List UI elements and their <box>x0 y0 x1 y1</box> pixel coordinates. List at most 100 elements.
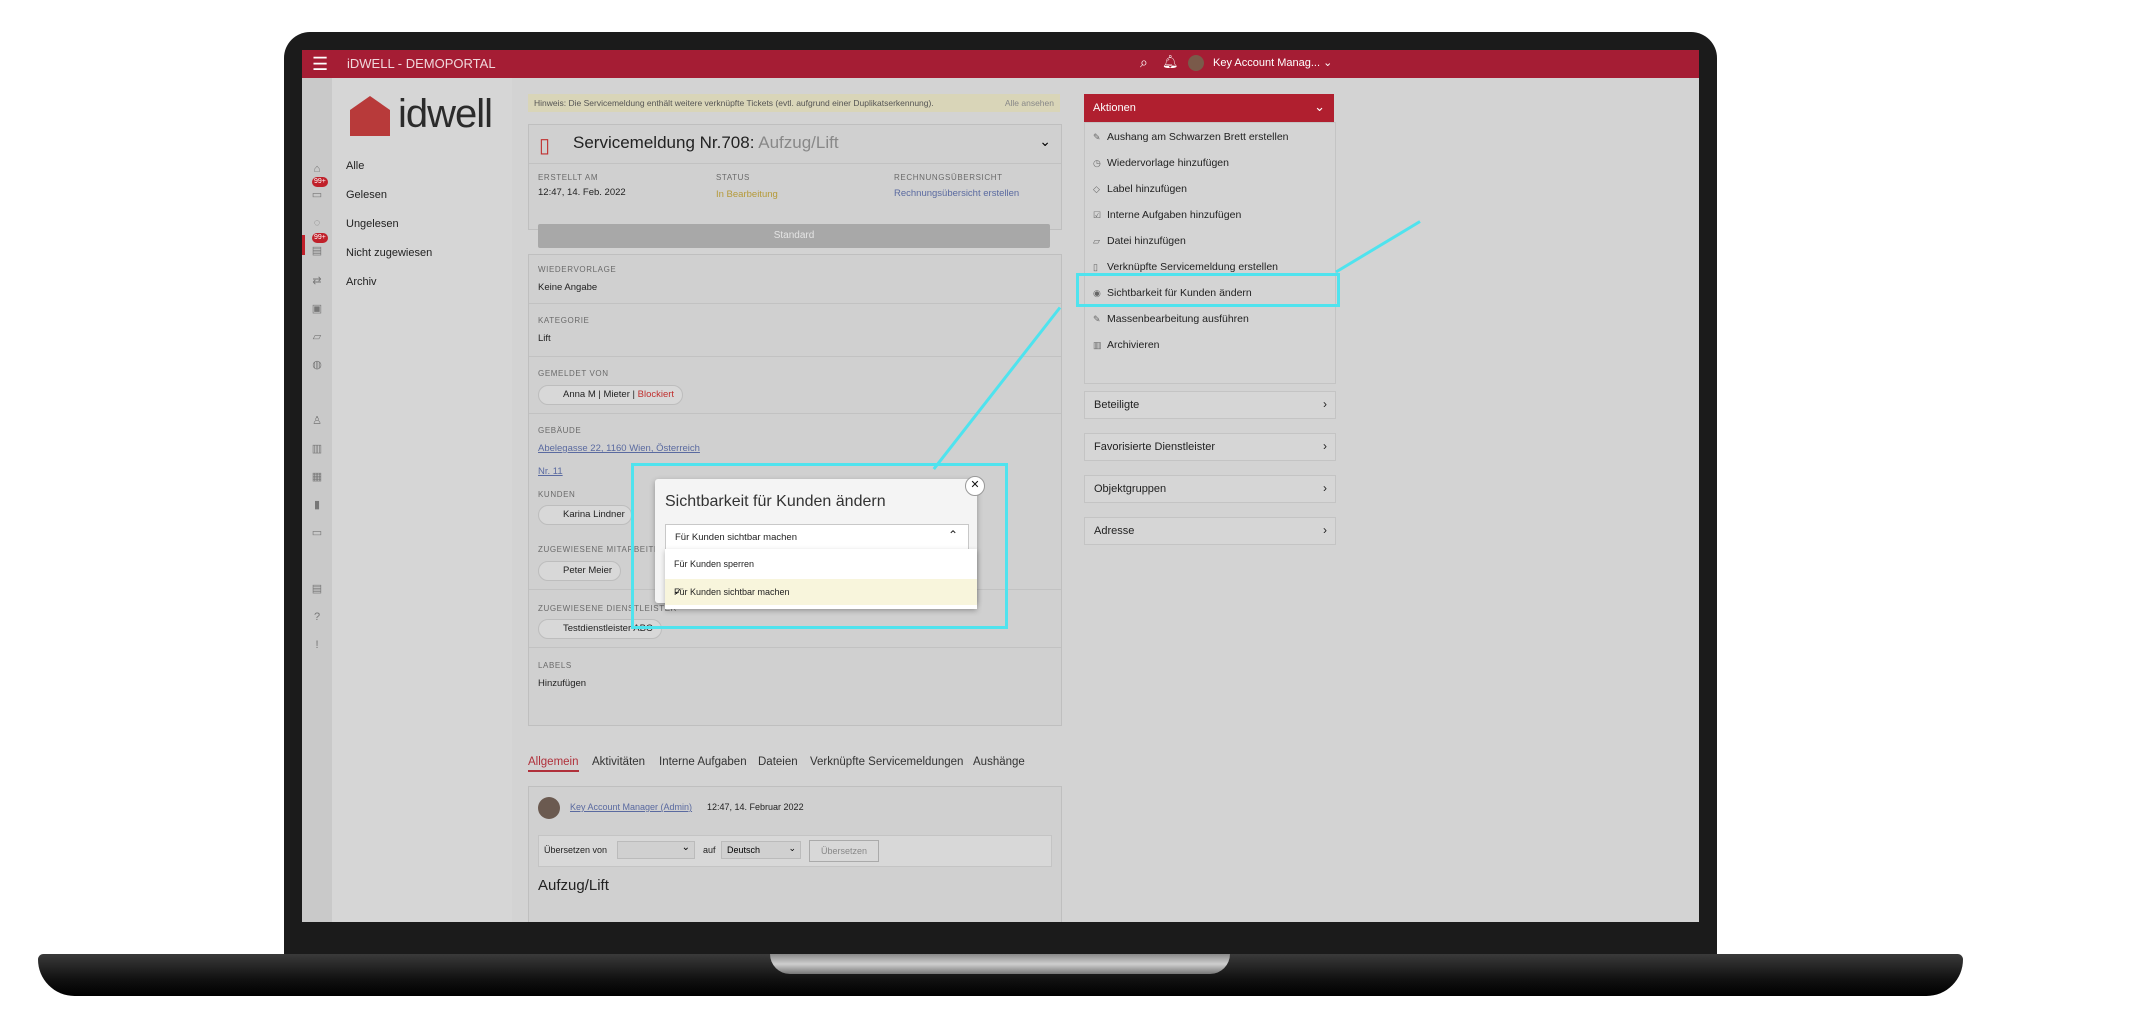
chevron-right-icon: › <box>1323 439 1327 453</box>
action-label: Wiedervorlage hinzufügen <box>1107 157 1229 169</box>
reported-label: GEMELDET VON <box>538 369 609 378</box>
select-value: Für Kunden sichtbar machen <box>675 532 797 543</box>
chevron-down-icon: ⌄ <box>1314 99 1325 114</box>
badge: 99+ <box>312 233 328 243</box>
tab-allgemein[interactable]: Allgemein <box>528 756 579 772</box>
screen: ☰ iDWELL - DEMOPORTAL ⌕ 🔔︎ Key Account M… <box>302 50 1699 922</box>
book-icon[interactable]: ▥ <box>310 442 324 456</box>
bell-icon[interactable]: 🔔︎ <box>1162 54 1179 70</box>
action-massenbearbeitung[interactable]: ✎ Massenbearbeitung ausführen <box>1093 313 1249 325</box>
user-label: Key Account Manag... <box>1213 57 1321 69</box>
visibility-select[interactable]: Für Kunden sichtbar machen ⌃ <box>665 524 969 550</box>
reported-pill[interactable]: Anna M | Mieter | Blockiert <box>538 385 684 405</box>
logo-house-icon <box>350 96 390 136</box>
building-unit-link[interactable]: Nr. 11 <box>538 466 563 477</box>
option-label: Für Kunden sperren <box>674 559 755 569</box>
translate-target: Deutsch <box>727 845 761 855</box>
user-icon[interactable]: ♙ <box>310 414 324 428</box>
nav-item-ungelesen[interactable]: Ungelesen <box>346 218 399 230</box>
action-label: Verknüpfte Servicemeldung erstellen <box>1107 261 1279 273</box>
nav-item-nicht-zugewiesen[interactable]: Nicht zugewiesen <box>346 247 432 259</box>
folder-icon[interactable]: ▱ <box>310 330 324 344</box>
activity-author[interactable]: Key Account Manager (Admin) <box>570 802 692 812</box>
action-label: Label hinzufügen <box>1107 183 1187 195</box>
staff-pill[interactable]: Peter Meier <box>538 561 622 581</box>
building-label: GEBÄUDE <box>538 426 582 435</box>
standard-button[interactable]: Standard <box>538 224 1050 248</box>
action-interne-aufgaben[interactable]: ☑ Interne Aufgaben hinzufügen <box>1093 209 1241 221</box>
tab-aushaenge[interactable]: Aushänge <box>973 756 1025 768</box>
nav-item-gelesen[interactable]: Gelesen <box>346 189 387 201</box>
toolbox-icon[interactable]: ▤ <box>310 582 324 596</box>
action-label: Massenbearbeitung ausführen <box>1107 313 1249 325</box>
chevron-right-icon: › <box>1323 523 1327 537</box>
tab-dateien[interactable]: Dateien <box>758 756 798 768</box>
icon-sidebar: ⌂ ▭ 99+ ◌ ▤ 99+ ⇄ ▣ ▱ ◍ ♙ ▥ ▦ ▮ ▭ ▤ ? ! <box>302 78 332 922</box>
chevron-down-icon[interactable]: ⌄ <box>1039 133 1051 150</box>
option-sichtbar[interactable]: Für Kunden sichtbar machen ✓ <box>665 579 977 605</box>
panel-objektgruppen[interactable]: Objektgruppen › <box>1084 475 1336 503</box>
staff-name: Peter Meier <box>563 565 613 576</box>
invoice-link[interactable]: Rechnungsübersicht erstellen <box>894 188 1019 199</box>
divider <box>529 356 1061 357</box>
laptop-hinge <box>770 954 1230 974</box>
info-icon[interactable]: ! <box>310 638 324 652</box>
action-wiedervorlage[interactable]: ◷ Wiedervorlage hinzufügen <box>1093 157 1229 169</box>
tab-aktivitaeten[interactable]: Aktivitäten <box>592 756 645 768</box>
panel-beteiligte[interactable]: Beteiligte › <box>1084 391 1336 419</box>
hamburger-menu-icon[interactable]: ☰ <box>312 54 328 75</box>
nav-item-archiv[interactable]: Archiv <box>346 276 377 288</box>
panel-title: Beteiligte <box>1094 399 1140 411</box>
clock-icon: ◷ <box>1093 158 1101 168</box>
inbox-icon[interactable]: ▭ <box>310 188 324 202</box>
nav-item-alle[interactable]: Alle <box>346 160 364 172</box>
calendar-icon[interactable]: ▣ <box>310 302 324 316</box>
home-icon[interactable]: ⌂ <box>310 162 324 176</box>
document-icon: ▯ <box>539 135 551 157</box>
chart-icon[interactable]: ▮ <box>310 498 324 512</box>
category-value: Lift <box>538 333 551 344</box>
customer-pill[interactable]: Karina Lindner <box>538 505 632 525</box>
action-label-add[interactable]: ◇ Label hinzufügen <box>1093 183 1187 195</box>
user-menu[interactable]: Key Account Manag... ⌄ <box>1213 56 1332 69</box>
actions-header[interactable]: Aktionen ⌄ <box>1084 94 1334 122</box>
building-link[interactable]: Abelegasse 22, 1160 Wien, Österreich <box>538 443 700 454</box>
action-datei[interactable]: ▱ Datei hinzufügen <box>1093 235 1186 247</box>
panel-title: Objektgruppen <box>1094 483 1167 495</box>
tab-interne-aufgaben[interactable]: Interne Aufgaben <box>659 756 747 768</box>
panel-adresse[interactable]: Adresse › <box>1084 517 1336 545</box>
action-label: Interne Aufgaben hinzufügen <box>1107 209 1242 221</box>
contacts-icon[interactable]: ◍ <box>310 358 324 372</box>
translate-button[interactable]: Übersetzen <box>809 840 879 862</box>
translate-to-label: auf <box>703 845 716 855</box>
status-value[interactable]: In Bearbeitung <box>716 189 778 200</box>
followup-value[interactable]: Keine Angabe <box>538 282 597 293</box>
labels-add[interactable]: Hinzufügen <box>538 678 586 689</box>
transfer-icon[interactable]: ⇄ <box>310 274 324 288</box>
panel-favorisierte[interactable]: Favorisierte Dienstleister › <box>1084 433 1336 461</box>
hint-link[interactable]: Alle ansehen <box>1005 98 1054 108</box>
action-archivieren[interactable]: ▥ Archivieren <box>1093 339 1160 351</box>
category-label: KATEGORIE <box>538 316 590 325</box>
translate-to-select[interactable]: Deutsch ⌄ <box>721 841 801 859</box>
followup-label: WIEDERVORLAGE <box>538 265 617 274</box>
section-title: Aufzug/Lift <box>538 877 609 894</box>
tab-verknuepfte[interactable]: Verknüpfte Servicemeldungen <box>810 756 963 768</box>
search-icon[interactable]: ⌕ <box>1140 54 1148 71</box>
help-icon[interactable]: ? <box>310 610 324 624</box>
translate-from-select[interactable]: ⌄ <box>617 841 695 859</box>
nav-panel: idwell Alle Gelesen Ungelesen Nicht zuge… <box>332 78 512 922</box>
ticket-icon[interactable]: ▤ <box>310 244 324 258</box>
option-sperren[interactable]: Für Kunden sperren <box>665 551 977 577</box>
truck-icon[interactable]: ▭ <box>310 526 324 540</box>
avatar[interactable] <box>1188 55 1204 71</box>
action-verknuepfte[interactable]: ▯ Verknüpfte Servicemeldung erstellen <box>1093 261 1278 273</box>
note-icon: ✎ <box>1093 132 1101 142</box>
customer-name: Karina Lindner <box>563 509 625 520</box>
action-aushang[interactable]: ✎ Aushang am Schwarzen Brett erstellen <box>1093 131 1289 143</box>
buildings-icon[interactable]: ▦ <box>310 470 324 484</box>
tag-icon: ◇ <box>1093 184 1100 194</box>
chat-icon[interactable]: ◌ <box>310 216 324 230</box>
created-value: 12:47, 14. Feb. 2022 <box>538 187 626 198</box>
close-icon[interactable]: ✕ <box>965 476 985 496</box>
